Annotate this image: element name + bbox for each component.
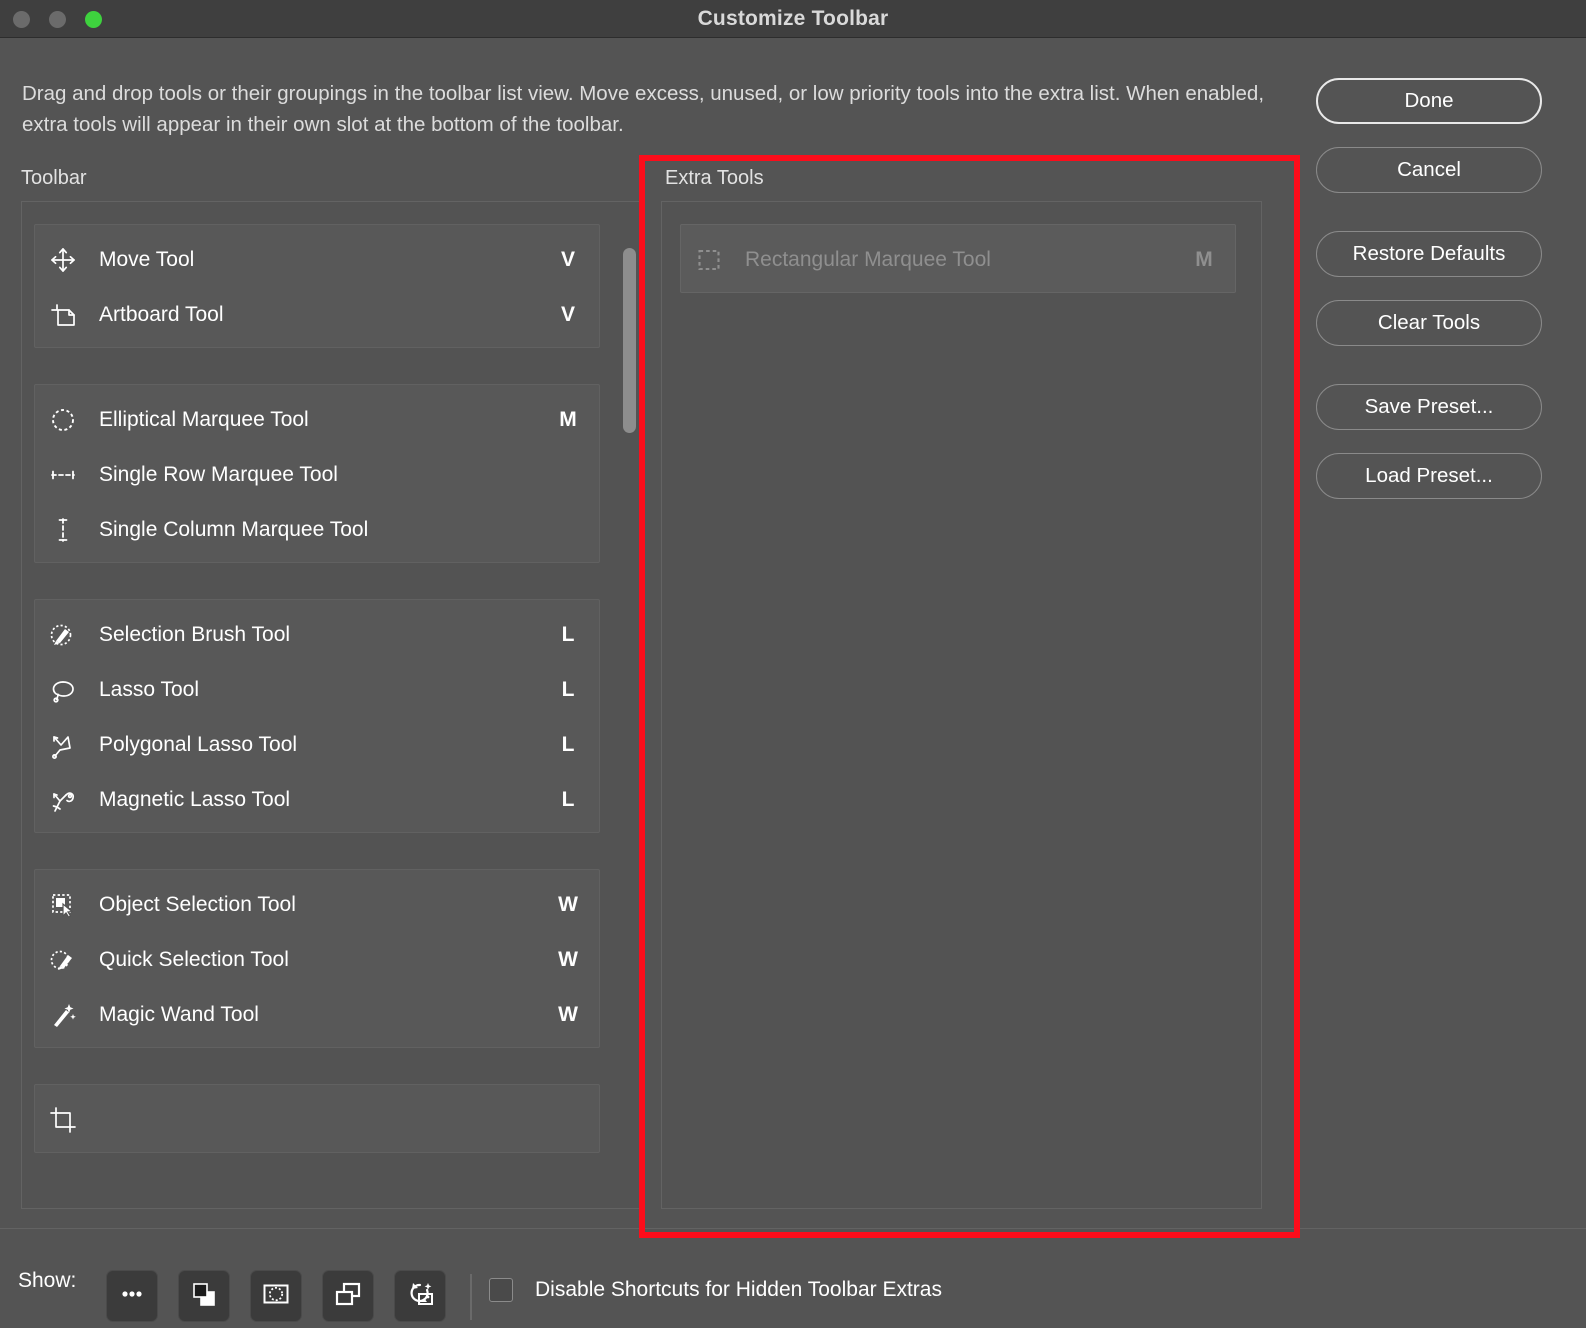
tool-shortcut-key: L — [545, 733, 591, 757]
artboard-icon — [41, 295, 85, 335]
tool-list-item[interactable]: Move ToolV — [35, 232, 599, 287]
tool-name-label: Magic Wand Tool — [99, 1003, 545, 1027]
tool-shortcut-key: M — [1181, 248, 1227, 272]
tool-name-label: Rectangular Marquee Tool — [745, 248, 1181, 272]
tool-list-item[interactable] — [35, 1092, 599, 1147]
crop-icon — [41, 1100, 85, 1140]
tool-group[interactable]: Selection Brush ToolL Lasso ToolL Polygo… — [34, 599, 600, 833]
tool-name-label: Move Tool — [99, 248, 545, 272]
tool-group[interactable] — [34, 1084, 600, 1153]
disable-shortcuts-checkbox[interactable] — [489, 1278, 513, 1302]
restore-defaults-button[interactable]: Restore Defaults — [1316, 231, 1542, 277]
tool-name-label: Quick Selection Tool — [99, 948, 545, 972]
foreground-background-color-button[interactable] — [178, 1270, 230, 1322]
clear-tools-button[interactable]: Clear Tools — [1316, 300, 1542, 346]
tool-name-label: Artboard Tool — [99, 303, 545, 327]
show-icon-button-group — [106, 1270, 446, 1322]
disable-shortcuts-label: Disable Shortcuts for Hidden Toolbar Ext… — [535, 1278, 942, 1302]
tool-shortcut-key: W — [545, 948, 591, 972]
rotate-image-icon — [404, 1278, 436, 1315]
tool-group[interactable]: Elliptical Marquee ToolM Single Row Marq… — [34, 384, 600, 563]
extra-tool-list-item[interactable]: Rectangular Marquee ToolM — [681, 232, 1235, 287]
elliptical-marquee-icon — [41, 400, 85, 440]
screen-mode-button[interactable] — [322, 1270, 374, 1322]
tool-name-label: Polygonal Lasso Tool — [99, 733, 545, 757]
toolbar-list-scroll-area[interactable]: Move ToolV Artboard ToolV Elliptical Mar… — [22, 202, 640, 1208]
tool-name-label: Single Row Marquee Tool — [99, 463, 545, 487]
single-row-marquee-icon — [41, 455, 85, 495]
show-label: Show: — [18, 1269, 76, 1293]
tool-shortcut-key: W — [545, 893, 591, 917]
tool-list-item[interactable]: Single Row Marquee Tool — [35, 447, 599, 502]
dialog-button-column: Done Cancel Restore Defaults Clear Tools… — [1316, 78, 1542, 499]
scrollbar-thumb[interactable] — [623, 248, 636, 433]
extra-tools-drop-area[interactable]: Rectangular Marquee ToolM — [662, 202, 1261, 1208]
bottom-bar-divider — [470, 1274, 472, 1320]
load-preset-button[interactable]: Load Preset... — [1316, 453, 1542, 499]
tool-list-item[interactable]: Quick Selection ToolW — [35, 932, 599, 987]
tool-shortcut-key: M — [545, 408, 591, 432]
done-button[interactable]: Done — [1316, 78, 1542, 124]
ellipsis-button[interactable] — [106, 1270, 158, 1322]
toolbar-list-scrollbar[interactable] — [620, 213, 640, 1203]
tool-shortcut-key: L — [545, 788, 591, 812]
extra-tool-group[interactable]: Rectangular Marquee ToolM — [680, 224, 1236, 293]
tool-list-item[interactable]: Polygonal Lasso ToolL — [35, 717, 599, 772]
selection-brush-icon — [41, 615, 85, 655]
disable-shortcuts-checkbox-row[interactable]: Disable Shortcuts for Hidden Toolbar Ext… — [489, 1278, 942, 1302]
tool-shortcut-key: W — [545, 1003, 591, 1027]
rotate-image-button[interactable] — [394, 1270, 446, 1322]
tool-shortcut-key: L — [545, 623, 591, 647]
magic-wand-icon — [41, 995, 85, 1035]
tool-list-item[interactable]: Magnetic Lasso ToolL — [35, 772, 599, 827]
tool-list-item[interactable]: Object Selection ToolW — [35, 877, 599, 932]
tool-name-label: Lasso Tool — [99, 678, 545, 702]
polygonal-lasso-icon — [41, 725, 85, 765]
tool-name-label: Elliptical Marquee Tool — [99, 408, 545, 432]
extra-tools-column-header: Extra Tools — [665, 167, 764, 190]
object-selection-icon — [41, 885, 85, 925]
rectangular-marquee-icon — [687, 240, 731, 280]
single-column-marquee-icon — [41, 510, 85, 550]
window-title: Customize Toolbar — [0, 0, 1586, 38]
move-icon — [41, 240, 85, 280]
screen-mode-icon — [332, 1278, 364, 1315]
tool-shortcut-key: V — [545, 303, 591, 327]
tool-list-item[interactable]: Magic Wand ToolW — [35, 987, 599, 1042]
tool-name-label: Single Column Marquee Tool — [99, 518, 545, 542]
tool-shortcut-key: L — [545, 678, 591, 702]
tool-list-item[interactable]: Artboard ToolV — [35, 287, 599, 342]
toolbar-list-panel[interactable]: Move ToolV Artboard ToolV Elliptical Mar… — [21, 201, 641, 1209]
tool-group[interactable]: Move ToolV Artboard ToolV — [34, 224, 600, 348]
toolbar-column-header: Toolbar — [21, 167, 87, 190]
foreground-background-color-icon — [188, 1278, 220, 1315]
tool-shortcut-key: V — [545, 248, 591, 272]
save-preset-button[interactable]: Save Preset... — [1316, 384, 1542, 430]
lasso-icon — [41, 670, 85, 710]
tool-group[interactable]: Object Selection ToolW Quick Selection T… — [34, 869, 600, 1048]
tool-list-item[interactable]: Single Column Marquee Tool — [35, 502, 599, 557]
quick-mask-button[interactable] — [250, 1270, 302, 1322]
quick-selection-icon — [41, 940, 85, 980]
ellipsis-icon — [116, 1278, 148, 1315]
dialog-description: Drag and drop tools or their groupings i… — [22, 78, 1290, 140]
cancel-button[interactable]: Cancel — [1316, 147, 1542, 193]
tool-list-item[interactable]: Lasso ToolL — [35, 662, 599, 717]
customize-toolbar-dialog: Drag and drop tools or their groupings i… — [0, 38, 1586, 1328]
extra-tools-panel[interactable]: Rectangular Marquee ToolM — [661, 201, 1262, 1209]
magnetic-lasso-icon — [41, 780, 85, 820]
tool-list-item[interactable]: Elliptical Marquee ToolM — [35, 392, 599, 447]
tool-name-label: Magnetic Lasso Tool — [99, 788, 545, 812]
tool-name-label: Object Selection Tool — [99, 893, 545, 917]
tool-list-item[interactable]: Selection Brush ToolL — [35, 607, 599, 662]
tool-name-label: Selection Brush Tool — [99, 623, 545, 647]
window-title-bar: Customize Toolbar — [0, 0, 1586, 38]
quick-mask-icon — [260, 1278, 292, 1315]
